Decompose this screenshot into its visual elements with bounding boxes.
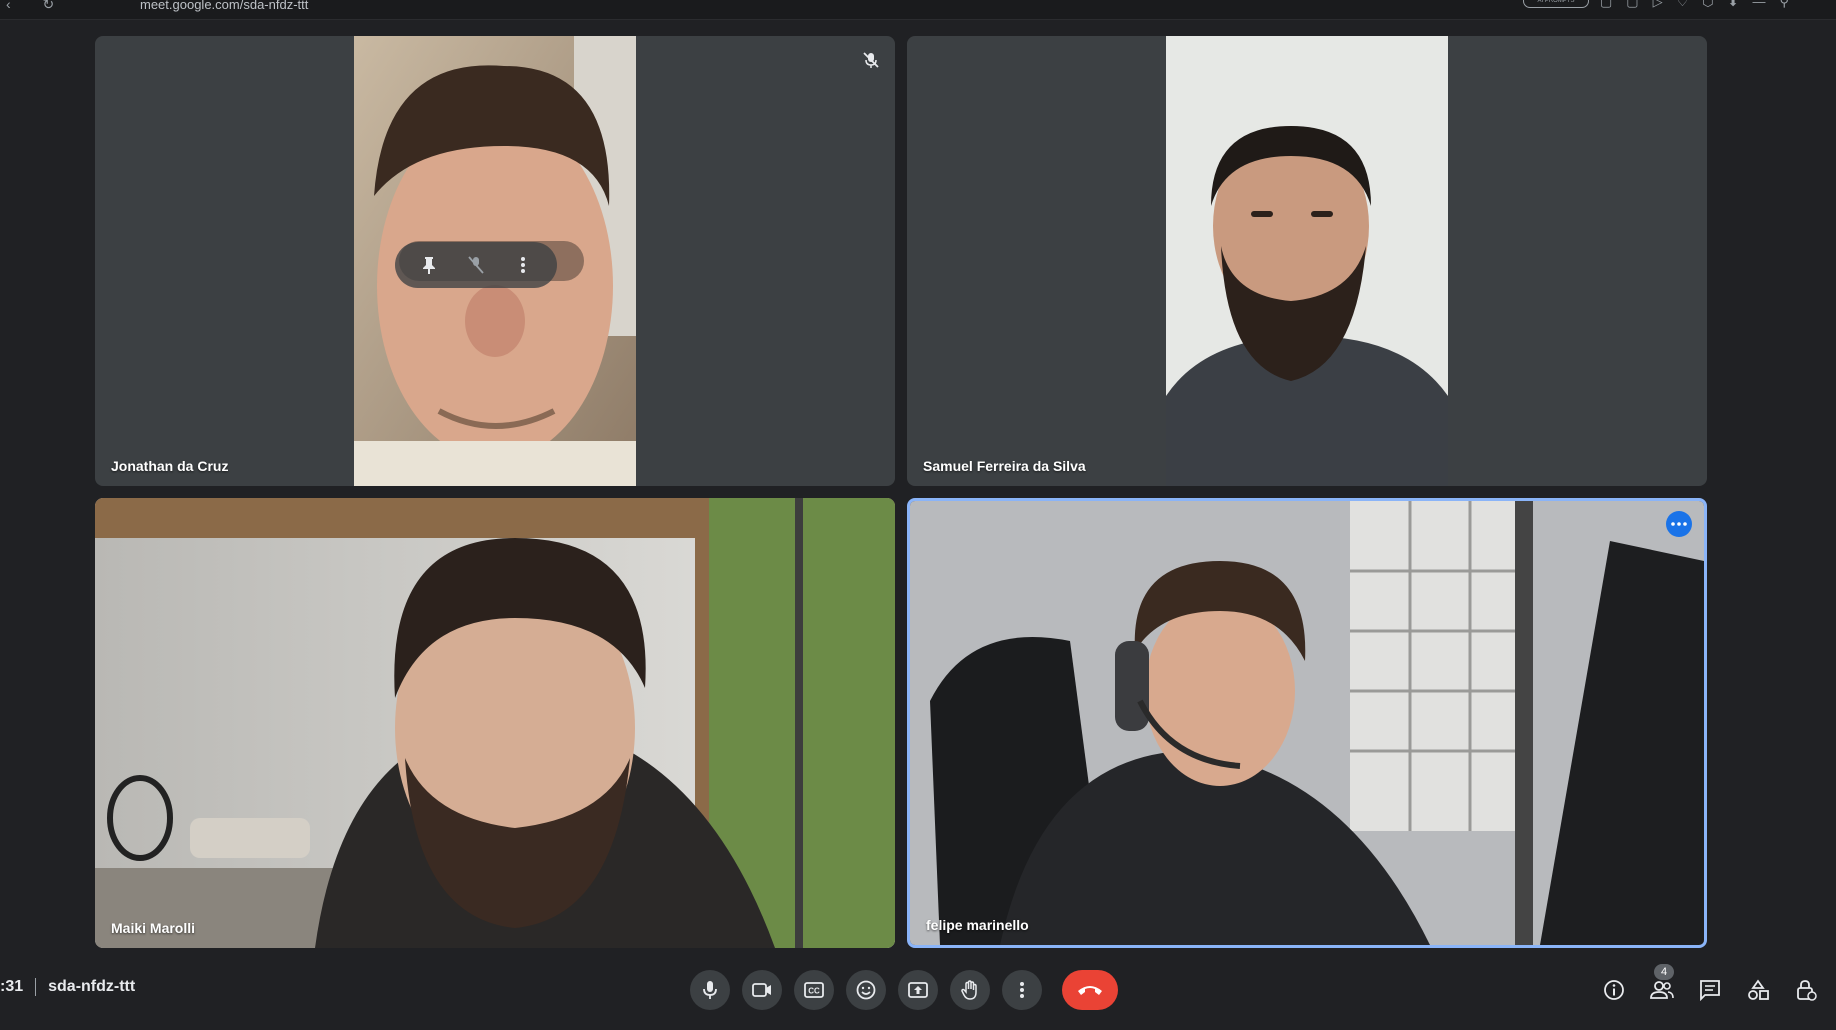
mic-off-icon	[861, 50, 881, 70]
activities-button[interactable]	[1738, 970, 1778, 1010]
chat-icon	[1700, 980, 1720, 1001]
present-icon	[908, 982, 928, 998]
participant-name: Jonathan da Cruz	[111, 458, 229, 474]
camera-button[interactable]	[742, 970, 782, 1010]
host-controls-icon	[1797, 980, 1817, 1001]
microphone-button[interactable]	[690, 970, 730, 1010]
leave-call-button[interactable]	[1062, 970, 1118, 1010]
activities-icon	[1748, 979, 1769, 1000]
participant-video	[910, 501, 1704, 945]
more-options-icon	[1020, 982, 1024, 998]
mute-participant-icon[interactable]	[463, 252, 489, 278]
raise-hand-button[interactable]	[950, 970, 990, 1010]
info-icon	[1604, 980, 1624, 1000]
participant-name: felipe marinello	[926, 917, 1029, 933]
extension-pill[interactable]: AI PROMPTS	[1523, 0, 1589, 8]
more-options-icon[interactable]	[1666, 511, 1692, 537]
emoji-button[interactable]	[846, 970, 886, 1010]
svg-text:CC: CC	[808, 987, 820, 996]
more-options-button[interactable]	[1002, 970, 1042, 1010]
host-controls-button[interactable]	[1786, 970, 1826, 1010]
participant-tile[interactable]: Jonathan da Cruz	[95, 36, 895, 486]
participant-name: Samuel Ferreira da Silva	[923, 458, 1086, 474]
meeting-time: :31	[0, 978, 24, 995]
present-screen-button[interactable]	[898, 970, 938, 1010]
divider	[35, 978, 37, 996]
browser-extension-icons[interactable]: ▢▢▷♡⬡⬇—⚲	[1600, 0, 1803, 10]
participant-tile-active[interactable]: felipe marinello	[907, 498, 1707, 948]
captions-icon: CC	[804, 982, 824, 998]
pin-icon[interactable]	[416, 252, 442, 278]
address-bar[interactable]: meet.google.com/sda-nfdz-ttt	[140, 0, 308, 12]
participant-tile[interactable]: Samuel Ferreira da Silva	[907, 36, 1707, 486]
chat-button[interactable]	[1690, 970, 1730, 1010]
meeting-details-button[interactable]	[1594, 970, 1634, 1010]
captions-button[interactable]: CC	[794, 970, 834, 1010]
people-button[interactable]: 4	[1642, 964, 1682, 1010]
people-count-badge: 4	[1654, 964, 1674, 980]
browser-toolbar: ‹ ↻ meet.google.com/sda-nfdz-ttt AI PROM…	[0, 0, 1836, 20]
more-options-icon[interactable]	[510, 252, 536, 278]
tile-hover-controls	[395, 242, 557, 288]
participant-video	[95, 498, 895, 948]
meeting-toolbar: :31 sda-nfdz-ttt CC 4	[0, 958, 1836, 1030]
participant-tile[interactable]: Maiki Marolli	[95, 498, 895, 948]
participant-video	[1166, 36, 1448, 486]
end-call-icon	[1078, 986, 1102, 995]
meeting-code: sda-nfdz-ttt	[48, 978, 136, 995]
raise-hand-icon	[961, 980, 977, 1000]
call-controls: CC	[690, 970, 1118, 1010]
side-panel-controls: 4	[1594, 964, 1834, 1010]
microphone-icon	[703, 981, 717, 999]
emoji-icon	[856, 980, 876, 1000]
browser-nav-icons[interactable]: ‹ ↻	[6, 0, 68, 13]
camera-icon	[752, 983, 771, 997]
people-icon	[1650, 981, 1674, 999]
meeting-info: :31 sda-nfdz-ttt	[0, 978, 135, 996]
participant-name: Maiki Marolli	[111, 920, 196, 936]
